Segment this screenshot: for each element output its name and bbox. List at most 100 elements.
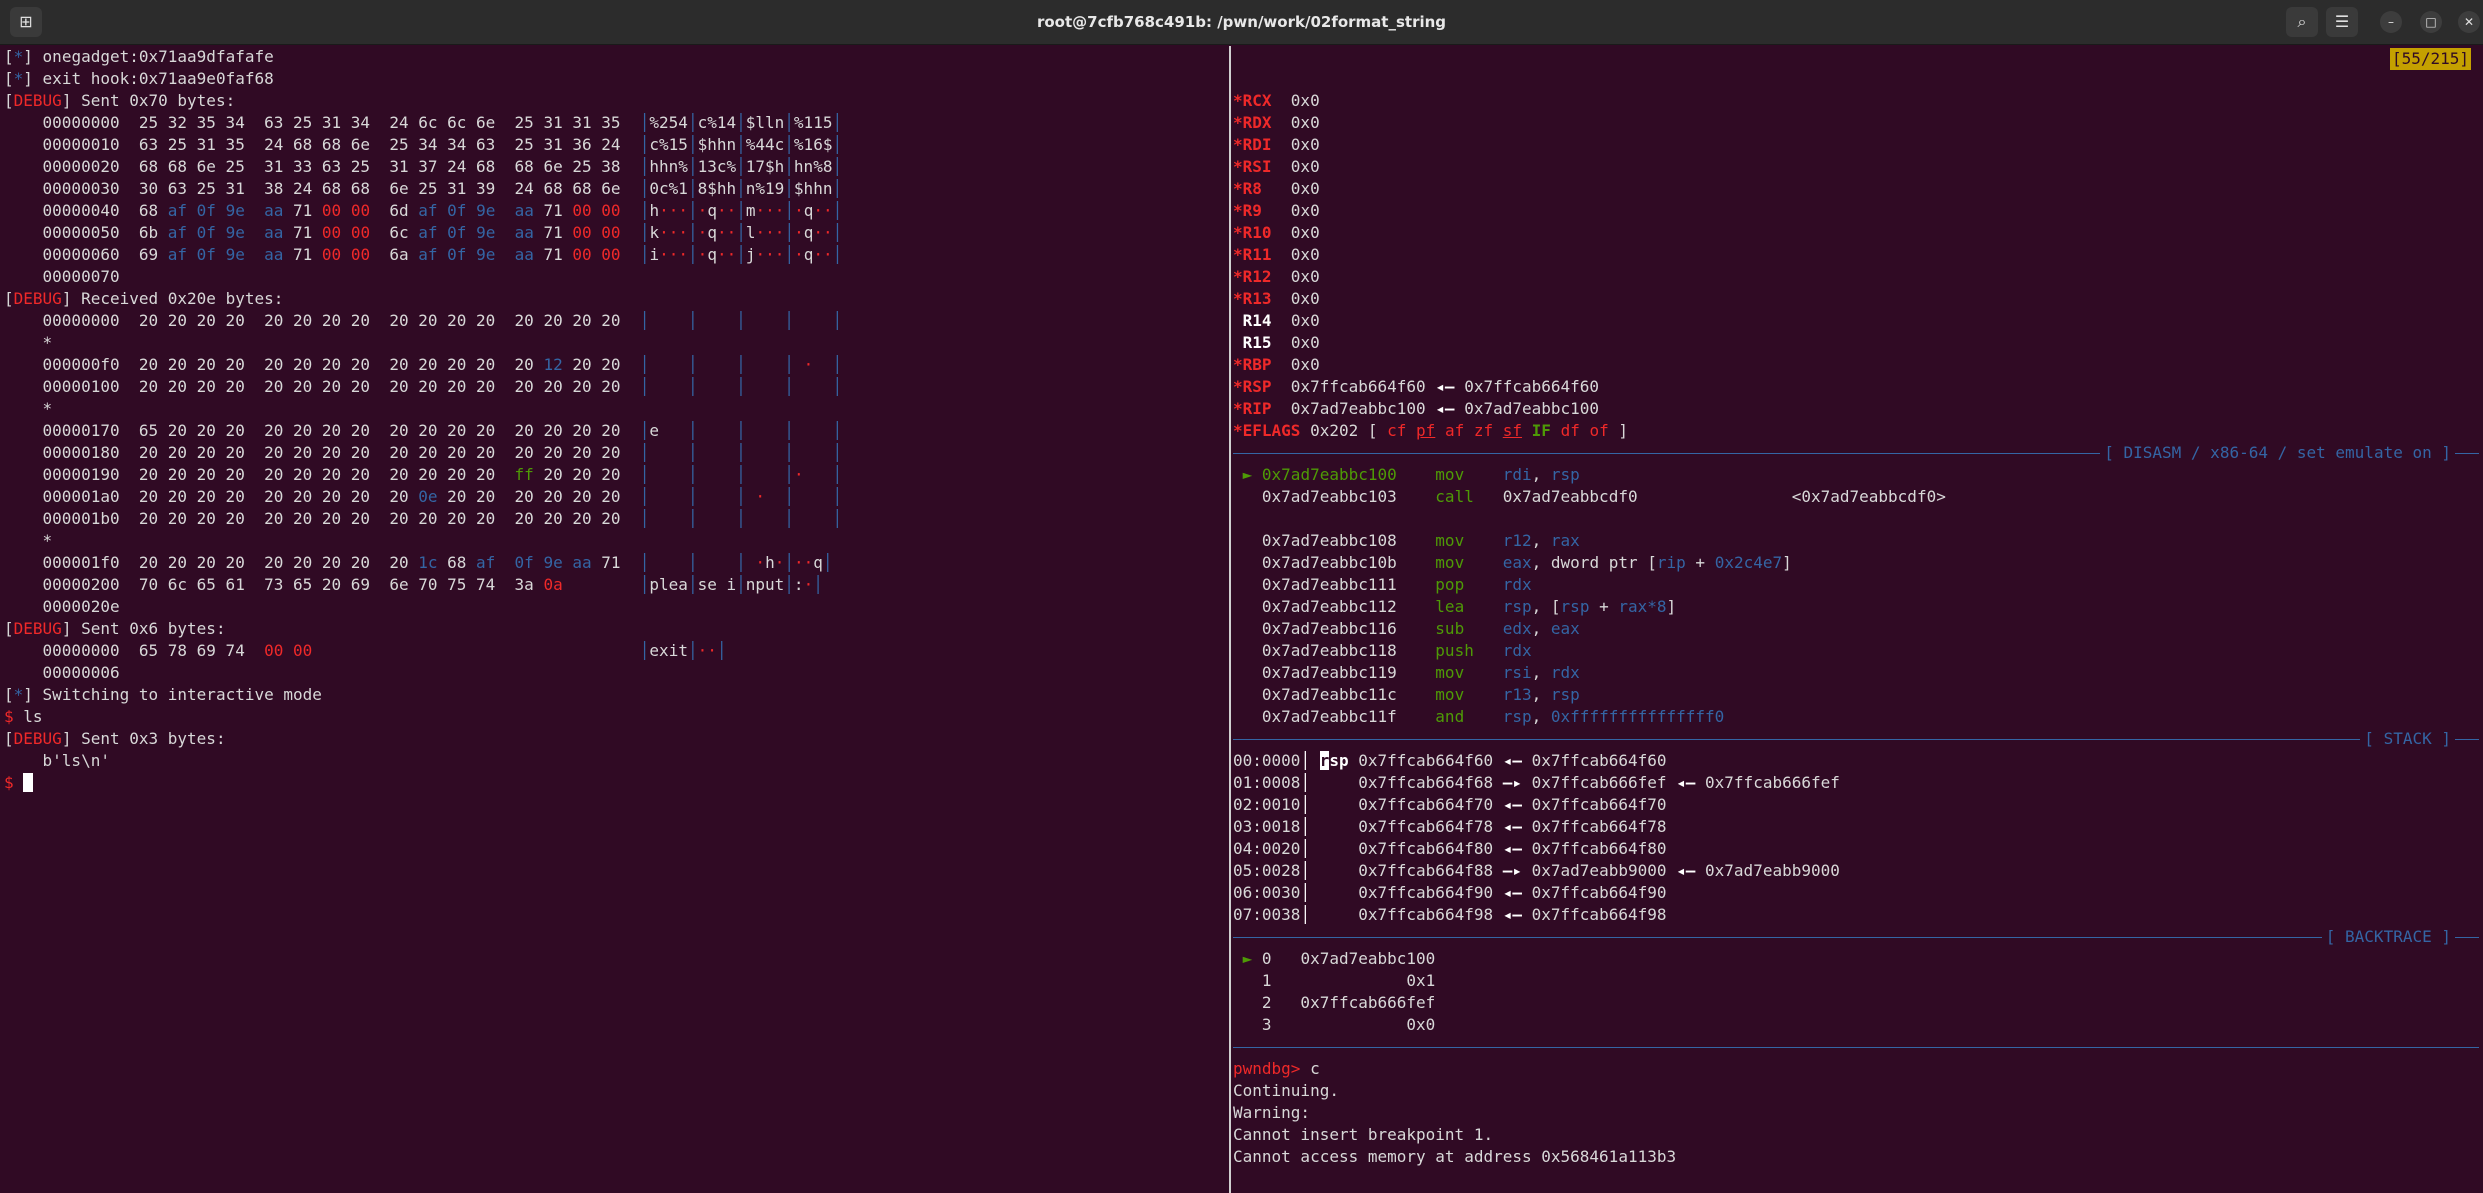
console-separator — [1233, 1036, 2479, 1058]
search-icon[interactable]: ⌕ — [2286, 7, 2318, 37]
disasm-header: [ DISASM / x86-64 / set emulate on ] — [1233, 442, 2479, 464]
terminal-line: 00000100 20 20 20 20 20 20 20 20 20 20 2… — [4, 377, 843, 396]
console-line: Warning: — [1233, 1103, 1311, 1122]
backtrace-line: 3 0x0 — [1233, 1015, 1436, 1034]
terminal-line: 00000190 20 20 20 20 20 20 20 20 20 20 2… — [4, 465, 843, 484]
terminal-line: 00000000 65 78 69 74 00 00 │exit│··│ — [4, 641, 727, 660]
backtrace-header: [ BACKTRACE ] — [1233, 926, 2479, 948]
terminal-line: 00000060 69 af 0f 9e aa 71 00 00 6a af 0… — [4, 245, 843, 264]
disasm-line: 0x7ad7eabbc111 pop rdx — [1233, 575, 1532, 594]
terminal-line: [DEBUG] Sent 0x70 bytes: — [4, 91, 236, 110]
backtrace-header-label: [ BACKTRACE ] — [2321, 926, 2455, 948]
stack-line: 04:0020│ 0x7ffcab664f80 ◂— 0x7ffcab664f8… — [1233, 839, 1667, 858]
terminal-line: [*] onegadget:0x71aa9dfafafe — [4, 47, 274, 66]
close-icon[interactable]: ✕ — [2458, 11, 2480, 33]
register-line: *R9 0x0 — [1233, 201, 1320, 220]
terminal-line: b'ls\n' — [4, 751, 110, 770]
stack-line: 00:0000│ rsp 0x7ffcab664f60 ◂— 0x7ffcab6… — [1233, 751, 1667, 770]
disasm-line: ► 0x7ad7eabbc100 mov rdi, rsp — [1242, 465, 1580, 484]
terminal-line: 000001f0 20 20 20 20 20 20 20 20 20 1c 6… — [4, 553, 833, 572]
disasm-header-label: [ DISASM / x86-64 / set emulate on ] — [2100, 442, 2455, 464]
terminal-line: 00000040 68 af 0f 9e aa 71 00 00 6d af 0… — [4, 201, 843, 220]
disasm-line: 0x7ad7eabbc103 call 0x7ad7eabbcdf0 <0x7a… — [1233, 487, 1946, 506]
section-rule — [1233, 1047, 2479, 1048]
disasm-line — [1233, 508, 2479, 530]
terminal-line: 00000050 6b af 0f 9e aa 71 00 00 6c af 0… — [4, 223, 843, 242]
terminal-line: [DEBUG] Sent 0x3 bytes: — [4, 729, 226, 748]
terminal-line: $ — [4, 772, 1226, 794]
console-line: Continuing. — [1233, 1081, 1339, 1100]
right-terminal-pane[interactable]: [55/215] *RCX 0x0 *RDX 0x0 *RDI 0x0 *RSI 0x… — [1233, 46, 2479, 1186]
register-line: *R11 0x0 — [1233, 245, 1320, 264]
section-rule — [1233, 937, 2479, 938]
disasm-line: 0x7ad7eabbc10b mov eax, dword ptr [rip +… — [1233, 553, 1792, 572]
terminal-line: 000000f0 20 20 20 20 20 20 20 20 20 20 2… — [4, 355, 843, 374]
terminal-line: $ ls — [4, 707, 43, 726]
disasm-line: 0x7ad7eabbc112 lea rsp, [rsp + rax*8] — [1233, 597, 1677, 616]
disasm-line: 0x7ad7eabbc118 push rdx — [1233, 641, 1532, 660]
register-line: *R8 0x0 — [1233, 179, 1320, 198]
terminal-line: 00000070 — [4, 267, 120, 286]
stack-line: 01:0008│ 0x7ffcab664f68 —▸ 0x7ffcab666fe… — [1233, 773, 1840, 792]
section-rule — [1233, 739, 2479, 740]
left-terminal-pane[interactable]: [*] onegadget:0x71aa9dfafafe [*] exit hoo… — [4, 46, 1226, 1186]
disasm-line: 0x7ad7eabbc119 mov rsi, rdx — [1233, 663, 1580, 682]
line-counter-badge: [55/215] — [2389, 48, 2471, 70]
stack-line: 05:0028│ 0x7ffcab664f88 —▸ 0x7ad7eabb900… — [1233, 861, 1840, 880]
minimize-icon[interactable]: – — [2380, 11, 2402, 33]
terminal-line: 000001b0 20 20 20 20 20 20 20 20 20 20 2… — [4, 509, 843, 528]
stack-line: 07:0038│ 0x7ffcab664f98 ◂— 0x7ffcab664f9… — [1233, 905, 1667, 924]
terminal-line: [DEBUG] Received 0x20e bytes: — [4, 289, 284, 308]
stack-line: 03:0018│ 0x7ffcab664f78 ◂— 0x7ffcab664f7… — [1233, 817, 1667, 836]
terminal-line: 00000020 68 68 6e 25 31 33 63 25 31 37 2… — [4, 157, 843, 176]
register-line: *RIP 0x7ad7eabbc100 ◂— 0x7ad7eabbc100 — [1233, 399, 1600, 418]
terminal-line: * — [4, 531, 53, 550]
backtrace-line: 2 0x7ffcab666fef — [1233, 993, 1436, 1012]
console-line: pwndbg> c — [1233, 1059, 1320, 1078]
register-line: *RCX 0x0 — [1233, 91, 1320, 110]
disasm-line: 0x7ad7eabbc11f and rsp, 0xffffffffffffff… — [1233, 707, 1725, 726]
terminal-line: 00000010 63 25 31 35 24 68 68 6e 25 34 3… — [4, 135, 843, 154]
register-line: *R12 0x0 — [1233, 267, 1320, 286]
register-line: *R13 0x0 — [1233, 289, 1320, 308]
register-line: *EFLAGS 0x202 [ cf pf af zf sf IF df of … — [1233, 421, 1629, 440]
register-line: *R10 0x0 — [1233, 223, 1320, 242]
window-titlebar: ⊞ root@7cfb768c491b: /pwn/work/02format_… — [0, 0, 2483, 45]
stack-line: 06:0030│ 0x7ffcab664f90 ◂— 0x7ffcab664f9… — [1233, 883, 1667, 902]
text-cursor — [23, 773, 33, 792]
terminal-line: 0000020e — [4, 597, 120, 616]
terminal-line: 000001a0 20 20 20 20 20 20 20 20 20 0e 2… — [4, 487, 843, 506]
register-line: *RDI 0x0 — [1233, 135, 1320, 154]
terminal-line: 00000000 20 20 20 20 20 20 20 20 20 20 2… — [4, 311, 843, 330]
terminal-line: 00000030 30 63 25 31 38 24 68 68 6e 25 3… — [4, 179, 843, 198]
terminal-line: 00000180 20 20 20 20 20 20 20 20 20 20 2… — [4, 443, 843, 462]
pane-divider[interactable] — [1229, 46, 1231, 1193]
register-line: *RBP 0x0 — [1233, 355, 1320, 374]
register-line: R15 0x0 — [1242, 333, 1320, 352]
terminal-line: 00000006 — [4, 663, 120, 682]
register-line: R14 0x0 — [1242, 311, 1320, 330]
register-line: *RDX 0x0 — [1233, 113, 1320, 132]
stack-header: [ STACK ] — [1233, 728, 2479, 750]
terminal-line: [*] Switching to interactive mode — [4, 685, 322, 704]
menu-icon[interactable]: ☰ — [2326, 7, 2358, 37]
maximize-icon[interactable]: □ — [2420, 11, 2442, 33]
register-line: *RSI 0x0 — [1233, 157, 1320, 176]
disasm-line: 0x7ad7eabbc11c mov r13, rsp — [1233, 685, 1580, 704]
terminal-line: 00000170 65 20 20 20 20 20 20 20 20 20 2… — [4, 421, 843, 440]
terminal-line: * — [4, 399, 53, 418]
console-line: Cannot insert breakpoint 1. — [1233, 1125, 1494, 1144]
disasm-line: 0x7ad7eabbc108 mov r12, rax — [1233, 531, 1580, 550]
terminal-line: 00000200 70 6c 65 61 73 65 20 69 6e 70 7… — [4, 575, 823, 594]
disasm-line: 0x7ad7eabbc116 sub edx, eax — [1233, 619, 1580, 638]
terminal-line: [DEBUG] Sent 0x6 bytes: — [4, 619, 226, 638]
console-line: Cannot access memory at address 0x568461… — [1233, 1147, 1677, 1166]
stack-line: 02:0010│ 0x7ffcab664f70 ◂— 0x7ffcab664f7… — [1233, 795, 1667, 814]
window-title: root@7cfb768c491b: /pwn/work/02format_st… — [1036, 13, 1447, 31]
terminal-line: [*] exit hook:0x71aa9e0faf68 — [4, 69, 274, 88]
terminal-line: 00000000 25 32 35 34 63 25 31 34 24 6c 6… — [4, 113, 843, 132]
backtrace-line: 1 0x1 — [1233, 971, 1436, 990]
backtrace-line: ► 0 0x7ad7eabbc100 — [1242, 949, 1436, 968]
register-line: *RSP 0x7ffcab664f60 ◂— 0x7ffcab664f60 — [1233, 377, 1600, 396]
